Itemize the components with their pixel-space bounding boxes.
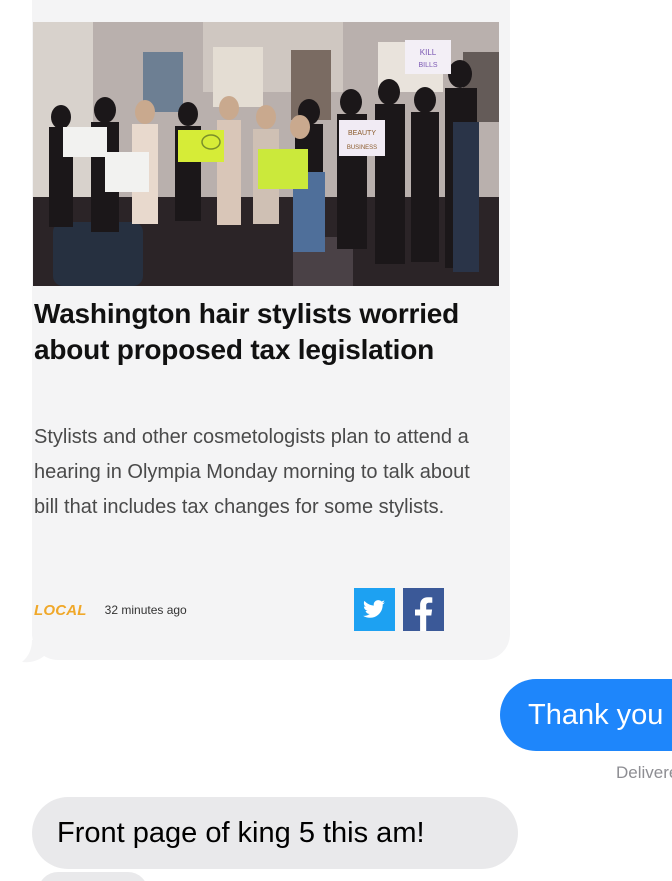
card-top-strip	[32, 0, 510, 22]
twitter-share-button[interactable]	[354, 588, 395, 631]
facebook-share-button[interactable]	[403, 588, 444, 631]
sign-text-bills: BILLS	[418, 62, 437, 69]
messages-screen: KILL BILLS BEAUTY BUSINESS Washington ha…	[0, 0, 672, 881]
news-photo[interactable]: KILL BILLS BEAUTY BUSINESS	[33, 22, 499, 286]
outgoing-message-bubble[interactable]: Thank you	[500, 679, 672, 751]
category-label[interactable]: LOCAL	[34, 602, 87, 619]
incoming-bubble-tail	[22, 640, 48, 663]
sign-text-business: BUSINESS	[347, 145, 377, 151]
sign-text-kill: KILL	[420, 48, 437, 57]
facebook-icon	[415, 597, 433, 631]
twitter-icon	[363, 600, 385, 618]
article-meta: LOCAL 32 minutes ago	[34, 598, 187, 622]
sign-text-beauty: BEAUTY	[348, 130, 376, 137]
next-message-bubble[interactable]	[38, 872, 148, 881]
link-preview-card[interactable]: KILL BILLS BEAUTY BUSINESS Washington ha…	[32, 0, 510, 660]
delivery-status: Delivered	[616, 763, 672, 782]
timestamp: 32 minutes ago	[104, 603, 187, 617]
photo-illustration: KILL BILLS BEAUTY BUSINESS	[33, 22, 499, 286]
incoming-message-bubble[interactable]: Front page of king 5 this am!	[32, 797, 518, 869]
article-headline[interactable]: Washington hair stylists worried about p…	[34, 296, 484, 368]
article-summary: Stylists and other cosmetologists plan t…	[34, 426, 470, 518]
